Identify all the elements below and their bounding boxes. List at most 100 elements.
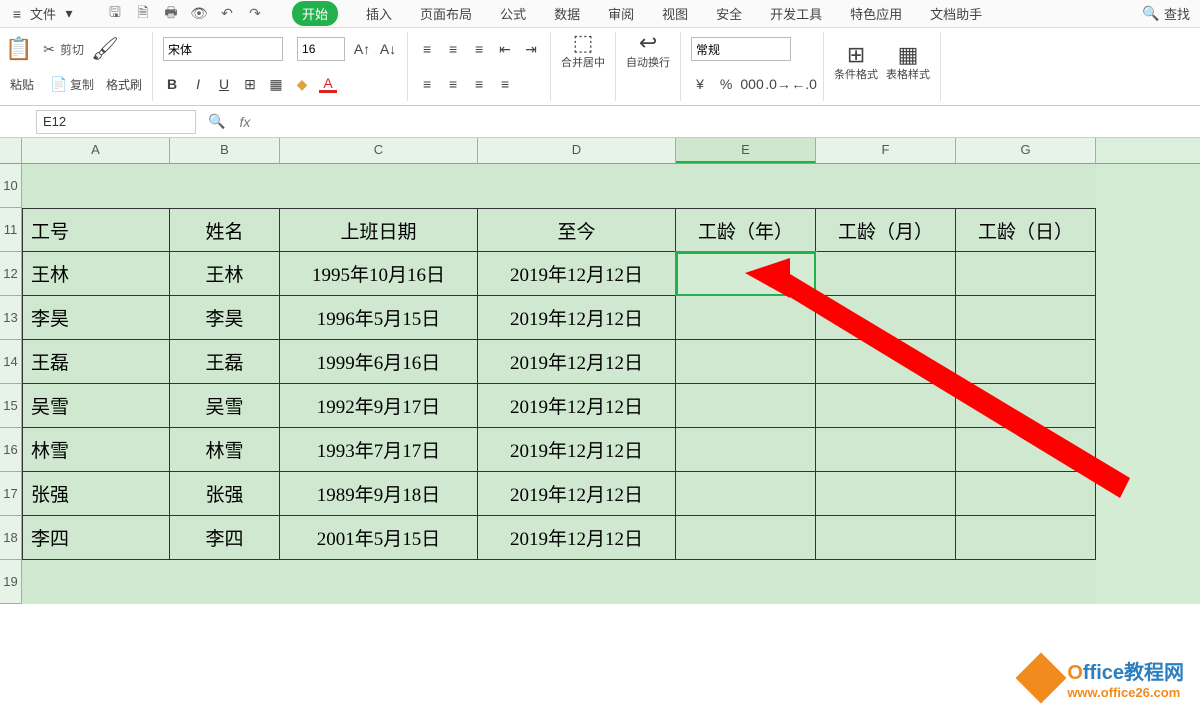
fx-icon[interactable]: fx — [236, 113, 254, 131]
cell[interactable]: 2019年12月12日 — [478, 516, 676, 560]
cell[interactable] — [956, 560, 1096, 604]
row-header[interactable]: 15 — [0, 384, 22, 428]
cell[interactable] — [676, 560, 816, 604]
print-preview-icon[interactable]: 👁 — [190, 5, 208, 23]
cell[interactable]: 张强 — [170, 472, 280, 516]
cell[interactable] — [280, 560, 478, 604]
tab-review[interactable]: 审阅 — [608, 4, 634, 23]
tab-insert[interactable]: 插入 — [366, 4, 392, 23]
save-as-icon[interactable]: 🗎 — [134, 5, 152, 23]
formula-input[interactable] — [266, 110, 1200, 134]
align-top-icon[interactable]: ≡ — [418, 40, 436, 58]
percent-icon[interactable]: % — [717, 75, 735, 93]
row-header[interactable]: 13 — [0, 296, 22, 340]
cell[interactable] — [956, 472, 1096, 516]
underline-button[interactable]: U — [215, 75, 233, 93]
cell[interactable]: 1989年9月18日 — [280, 472, 478, 516]
cell[interactable] — [676, 472, 816, 516]
cell[interactable] — [676, 340, 816, 384]
cell[interactable] — [478, 164, 676, 208]
cell[interactable]: 2019年12月12日 — [478, 340, 676, 384]
align-center-icon[interactable]: ≡ — [444, 75, 462, 93]
cell[interactable] — [280, 164, 478, 208]
cell[interactable]: 2019年12月12日 — [478, 384, 676, 428]
cell[interactable] — [478, 560, 676, 604]
cell[interactable] — [676, 164, 816, 208]
font-name-select[interactable] — [163, 37, 283, 61]
fill-color-button[interactable]: ◆ — [293, 75, 311, 93]
file-menu[interactable]: ≡ 文件 ▾ — [8, 4, 78, 23]
row-header[interactable]: 14 — [0, 340, 22, 384]
align-right-icon[interactable]: ≡ — [470, 75, 488, 93]
col-header-c[interactable]: C — [280, 138, 478, 163]
table-style-button[interactable]: ▦ 表格样式 — [886, 46, 930, 82]
wrap-text-button[interactable]: ↩ 自动换行 — [626, 34, 670, 70]
cell[interactable] — [816, 252, 956, 296]
cell[interactable] — [816, 340, 956, 384]
row-header[interactable]: 17 — [0, 472, 22, 516]
cut-button[interactable]: ✂剪切 — [36, 38, 88, 60]
col-header-g[interactable]: G — [956, 138, 1096, 163]
cell[interactable] — [956, 296, 1096, 340]
tab-doc-helper[interactable]: 文档助手 — [930, 4, 982, 23]
cell[interactable] — [816, 560, 956, 604]
header-cell-b[interactable]: 姓名 — [170, 208, 280, 252]
row-header[interactable]: 18 — [0, 516, 22, 560]
tab-devtools[interactable]: 开发工具 — [770, 4, 822, 23]
col-header-e[interactable]: E — [676, 138, 816, 163]
font-color-button[interactable]: A — [319, 75, 337, 93]
tab-page-layout[interactable]: 页面布局 — [420, 4, 472, 23]
print-icon[interactable]: 🖶 — [162, 5, 180, 23]
cell[interactable] — [956, 164, 1096, 208]
cell[interactable] — [816, 428, 956, 472]
font-size-select[interactable] — [297, 37, 345, 61]
align-middle-icon[interactable]: ≡ — [444, 40, 462, 58]
cell[interactable]: 林雪 — [22, 428, 170, 472]
cell[interactable]: 李昊 — [22, 296, 170, 340]
tab-special[interactable]: 特色应用 — [850, 4, 902, 23]
cell[interactable]: 1992年9月17日 — [280, 384, 478, 428]
align-justify-icon[interactable]: ≡ — [496, 75, 514, 93]
cell[interactable]: 李四 — [170, 516, 280, 560]
indent-decrease-icon[interactable]: ⇤ — [496, 40, 514, 58]
header-cell-c[interactable]: 上班日期 — [280, 208, 478, 252]
cell[interactable] — [676, 516, 816, 560]
cell[interactable]: 王林 — [22, 252, 170, 296]
header-cell-d[interactable]: 至今 — [478, 208, 676, 252]
redo-icon[interactable]: ↷ — [246, 5, 264, 23]
cell[interactable]: 2001年5月15日 — [280, 516, 478, 560]
cell[interactable] — [816, 296, 956, 340]
tab-view[interactable]: 视图 — [662, 4, 688, 23]
number-format-select[interactable] — [691, 37, 791, 61]
copy-button[interactable]: 📄复制 — [46, 73, 98, 95]
italic-button[interactable]: I — [189, 75, 207, 93]
row-header[interactable]: 11 — [0, 208, 22, 252]
thousands-icon[interactable]: 000 — [743, 75, 761, 93]
tab-data[interactable]: 数据 — [554, 4, 580, 23]
cell[interactable] — [22, 560, 170, 604]
cell[interactable]: 李四 — [22, 516, 170, 560]
cell[interactable] — [956, 384, 1096, 428]
tab-start[interactable]: 开始 — [292, 1, 338, 26]
row-header[interactable]: 12 — [0, 252, 22, 296]
undo-icon[interactable]: ↶ — [218, 5, 236, 23]
header-cell-e[interactable]: 工龄（年） — [676, 208, 816, 252]
tab-security[interactable]: 安全 — [716, 4, 742, 23]
save-icon[interactable]: 🖫 — [106, 5, 124, 23]
cell[interactable] — [22, 164, 170, 208]
cell[interactable]: 1999年6月16日 — [280, 340, 478, 384]
cell[interactable]: 王磊 — [22, 340, 170, 384]
bold-button[interactable]: B — [163, 75, 181, 93]
name-box[interactable] — [36, 110, 196, 134]
paste-button[interactable]: 📋 — [10, 40, 28, 58]
select-all-corner[interactable] — [0, 138, 22, 163]
decrease-decimal-icon[interactable]: ←.0 — [795, 75, 813, 93]
cell[interactable] — [676, 296, 816, 340]
cell[interactable]: 王林 — [170, 252, 280, 296]
selected-cell-e12[interactable] — [676, 252, 816, 296]
cell[interactable]: 2019年12月12日 — [478, 472, 676, 516]
cell[interactable] — [816, 164, 956, 208]
cell[interactable] — [170, 164, 280, 208]
increase-font-icon[interactable]: A↑ — [353, 40, 371, 58]
indent-increase-icon[interactable]: ⇥ — [522, 40, 540, 58]
